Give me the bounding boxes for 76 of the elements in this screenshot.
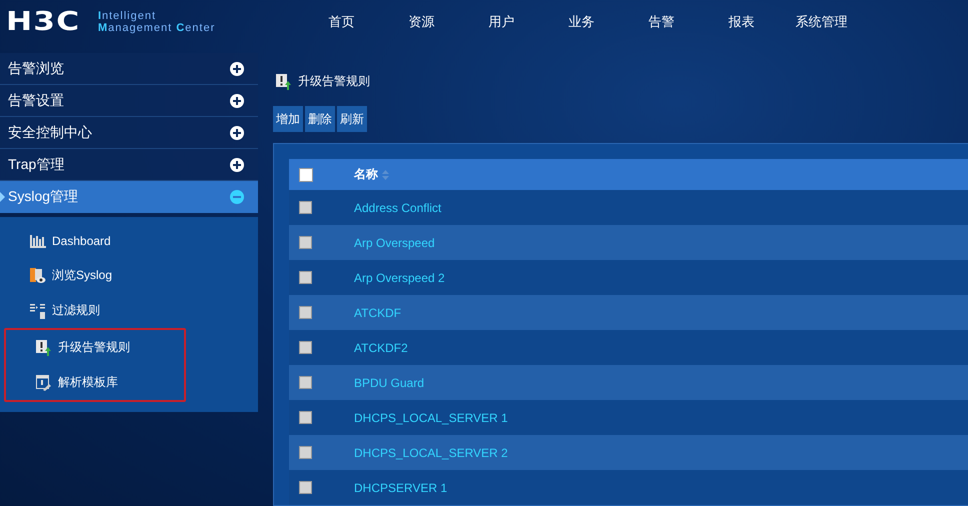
sort-icon[interactable] [382,170,389,180]
menu-item[interactable]: 安全控制中心 [0,117,258,149]
table-row[interactable]: ATCKDF [289,295,968,330]
expand-icon[interactable] [230,158,244,172]
pointer-icon [0,192,5,202]
submenu-label: 过滤规则 [52,302,100,319]
menu-item[interactable]: Syslog管理 [0,181,258,213]
nav-link[interactable]: 系统管理 [781,13,862,31]
table-row[interactable]: BPDU Guard [289,365,968,400]
nav-link[interactable]: 首页 [301,13,382,31]
nav-link[interactable]: 业务 [541,13,622,31]
alert-upgrade-icon [36,340,52,356]
row-checkbox[interactable] [299,341,312,354]
logo-tagline: Management Center [98,22,216,34]
row-checkbox[interactable] [299,376,312,389]
table-row[interactable]: Arp Overspeed [289,225,968,260]
toolbar-button[interactable]: 刷新 [337,106,367,132]
expand-icon[interactable] [230,62,244,76]
menu-item[interactable]: Trap管理 [0,149,258,181]
table-row[interactable]: Arp Overspeed 2 [289,260,968,295]
nav-link[interactable]: 用户 [461,13,542,31]
select-all-checkbox[interactable] [299,168,313,182]
menu-label: 告警设置 [8,92,65,110]
collapse-icon[interactable] [230,190,244,204]
row-checkbox[interactable] [299,306,312,319]
logo-tagline: Intelligent [98,10,158,22]
template-wrench-icon [36,374,52,390]
name-cell[interactable]: Arp Overspeed [354,236,435,250]
submenu-label: 解析模板库 [58,374,118,391]
toolbar-button[interactable]: 增加 [273,106,303,132]
page-title: 升级告警规则 [298,73,370,90]
menu-label: Syslog管理 [8,188,80,206]
name-cell[interactable]: BPDU Guard [354,376,424,390]
submenu-label: 浏览Syslog [52,267,112,284]
expand-icon[interactable] [230,94,244,108]
name-cell[interactable]: Address Conflict [354,200,442,214]
submenu-label: 升级告警规则 [58,339,130,356]
expand-icon[interactable] [230,126,244,140]
name-cell[interactable]: DHCPS_LOCAL_SERVER 2 [354,446,508,460]
submenu-item[interactable]: 浏览Syslog [0,258,258,293]
row-checkbox[interactable] [299,201,312,214]
submenu-item[interactable]: 升级告警规则 [6,330,184,365]
menu-item[interactable]: 告警设置 [0,85,258,117]
filter-rule-icon [30,302,46,318]
toolbar-button[interactable]: 删除 [305,106,335,132]
submenu-label: Dashboard [52,234,111,248]
name-cell[interactable]: ATCKDF2 [354,340,408,354]
nav-link[interactable]: 资源 [381,13,462,31]
column-header[interactable]: 名称 [354,166,389,183]
row-checkbox[interactable] [299,236,312,249]
table-row[interactable]: Address Conflict [289,190,968,225]
submenu-item[interactable]: 解析模板库 [6,365,184,400]
nav-link[interactable]: 报表 [701,13,782,31]
log-view-icon [30,268,46,284]
logo-brand: H3C [6,7,80,37]
table-row[interactable]: DHCPS_LOCAL_SERVER 1 [289,400,968,435]
submenu-item[interactable]: 过滤规则 [0,293,258,328]
row-checkbox[interactable] [299,411,312,424]
row-checkbox[interactable] [299,271,312,284]
alert-upgrade-icon [276,74,292,90]
menu-label: 安全控制中心 [8,124,93,142]
bar-chart-icon [30,234,46,248]
nav-link[interactable]: 告警 [621,13,702,31]
table-row[interactable]: DHCPS_LOCAL_SERVER 2 [289,435,968,470]
name-cell[interactable]: DHCPS_LOCAL_SERVER 1 [354,410,508,424]
table-row[interactable]: DHCPSERVER 1 [289,470,968,505]
row-checkbox[interactable] [299,481,312,494]
name-cell[interactable]: DHCPSERVER 1 [354,480,448,494]
name-cell[interactable]: ATCKDF [354,306,402,320]
menu-item[interactable]: 告警浏览 [0,53,258,85]
menu-label: 告警浏览 [8,60,65,78]
menu-label: Trap管理 [8,156,66,174]
row-checkbox[interactable] [299,446,312,459]
submenu-item[interactable]: Dashboard [0,223,258,258]
table-row[interactable]: ATCKDF2 [289,330,968,365]
name-cell[interactable]: Arp Overspeed 2 [354,270,445,284]
